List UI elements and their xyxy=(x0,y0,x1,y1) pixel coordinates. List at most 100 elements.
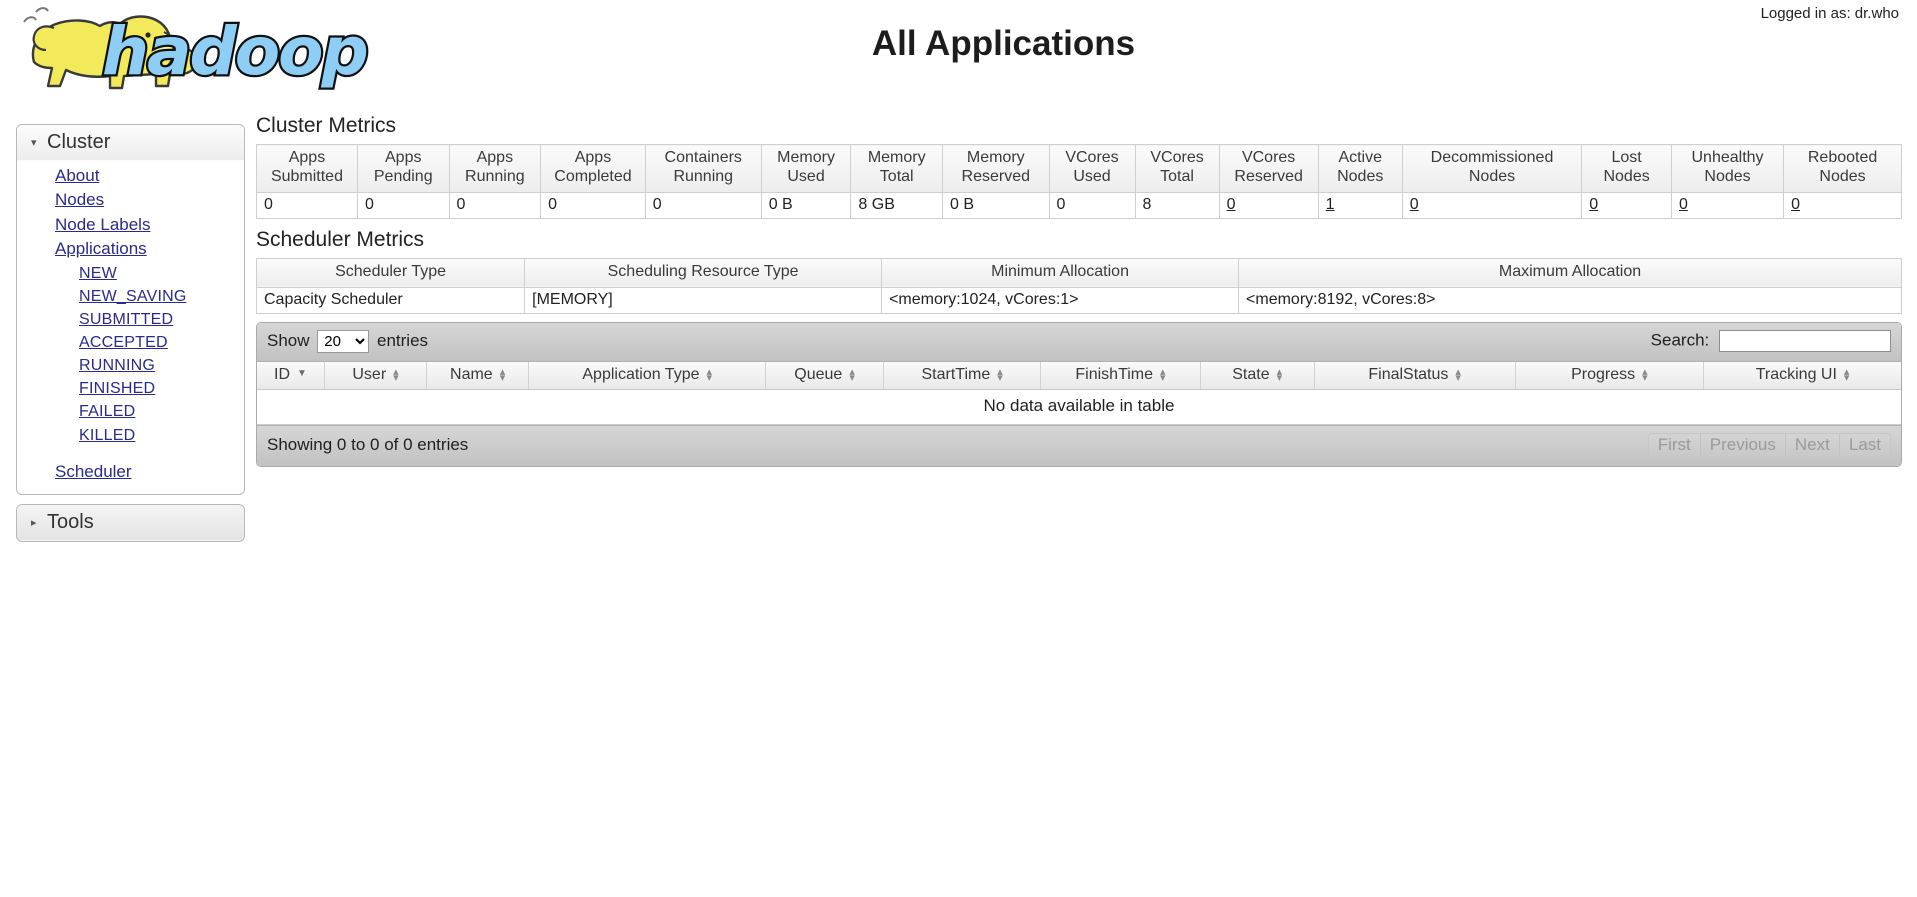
datatable-toolbar: Show 20406080100 entries Search: xyxy=(257,322,1901,362)
scheduler-metric-header: Scheduling Resource Type xyxy=(524,257,883,288)
sidebar: ▾ Cluster About Nodes Node Labels Applica… xyxy=(16,124,245,551)
cluster-nav-items: About Nodes Node Labels Applications NEW… xyxy=(17,161,244,495)
search-input[interactable] xyxy=(1719,330,1891,353)
sidebar-item-state-killed[interactable]: KILLED xyxy=(17,424,135,447)
cluster-metric-value: 8 GB xyxy=(850,192,943,219)
scheduler-metric-value: <memory:1024, vCores:1> xyxy=(881,287,1240,314)
cluster-metric-value: 0 B xyxy=(942,192,1050,219)
cluster-metrics-header-row: Apps Submitted Apps Pending Apps Running Ap… xyxy=(256,144,1902,193)
column-header-label: FinishTime xyxy=(1075,365,1154,383)
cluster-metrics-value-row: 000000 B8 GB 0 B08010000 xyxy=(256,192,1902,219)
cluster-metric-header: VCores Used xyxy=(1048,144,1136,193)
scheduler-metric-value: Capacity Scheduler xyxy=(255,287,526,314)
pagination-next-button: Next xyxy=(1785,433,1840,457)
cluster-metric-link[interactable]: 0 xyxy=(1227,196,1236,213)
sidebar-item-nodes[interactable]: Nodes xyxy=(17,188,104,212)
page-length-select[interactable]: 20406080100 xyxy=(317,329,370,353)
sort-both-icon: ▴ ▾ xyxy=(1455,365,1461,385)
page-title: All Applications xyxy=(871,24,1136,63)
cluster-metric-link[interactable]: 0 xyxy=(1679,196,1688,213)
column-header-user[interactable]: User ▴ ▾ xyxy=(324,361,428,390)
column-header-state[interactable]: State ▴ ▾ xyxy=(1200,361,1315,390)
column-header-application-type[interactable]: Application Type ▴ ▾ xyxy=(528,361,767,390)
scheduler-metric-header: Maximum Allocation xyxy=(1238,257,1902,288)
sort-both-icon: ▴ ▾ xyxy=(997,365,1003,385)
cluster-metric-link[interactable]: 0 xyxy=(1589,196,1598,213)
column-header-finalstatus[interactable]: FinalStatus ▴ ▾ xyxy=(1314,361,1516,390)
sidebar-section-tools-label: Tools xyxy=(47,511,94,534)
column-header-finishtime[interactable]: FinishTime ▴ ▾ xyxy=(1040,361,1201,390)
cluster-metric-value: 0 xyxy=(540,192,646,219)
cluster-metric-link[interactable]: 0 xyxy=(1791,196,1800,213)
column-header-starttime[interactable]: StartTime ▴ ▾ xyxy=(883,361,1042,390)
sidebar-item-state-accepted[interactable]: ACCEPTED xyxy=(17,331,168,354)
sidebar-item-state-new[interactable]: NEW xyxy=(17,262,117,285)
sidebar-item-scheduler[interactable]: Scheduler xyxy=(17,460,132,484)
cluster-metric-header: Decommissioned Nodes xyxy=(1401,144,1583,193)
column-header-label: Application Type xyxy=(582,365,700,383)
sidebar-item-state-new-saving[interactable]: NEW_SAVING xyxy=(17,285,187,308)
column-header-label: Queue xyxy=(794,365,843,383)
cluster-metric-value[interactable]: 0 xyxy=(1783,192,1902,219)
sort-both-icon: ▴ ▾ xyxy=(499,365,506,385)
cluster-metric-header: Apps Pending xyxy=(356,144,450,193)
cluster-metric-value: 8 xyxy=(1134,192,1220,219)
cluster-metric-link[interactable]: 1 xyxy=(1326,196,1335,213)
column-header-label: ID xyxy=(274,365,291,383)
scheduler-metric-header: Scheduler Type xyxy=(255,257,526,288)
cluster-metric-header: Containers Running xyxy=(644,144,762,193)
column-header-progress[interactable]: Progress ▴ ▾ xyxy=(1515,361,1705,390)
caret-right-icon: ▸ xyxy=(31,516,37,529)
sidebar-item-state-running[interactable]: RUNNING xyxy=(17,354,155,377)
cluster-metric-header: Memory Used xyxy=(760,144,852,193)
entries-label: entries xyxy=(377,330,429,350)
nav-block-tools: ▸ Tools xyxy=(16,504,245,543)
cluster-metrics-title: Cluster Metrics xyxy=(256,114,397,137)
cluster-metric-value[interactable]: 0 xyxy=(1670,192,1785,219)
caret-down-icon: ▾ xyxy=(31,136,37,149)
applications-datatable: Show 20406080100 entries Search: ID ▼ User… xyxy=(256,321,1902,467)
scheduler-metrics-header-row: Scheduler Type Scheduling Resource Type Mi… xyxy=(255,257,1902,288)
scheduler-metrics-title: Scheduler Metrics xyxy=(256,227,425,251)
sidebar-item-node-labels[interactable]: Node Labels xyxy=(17,213,150,237)
search-label: Search: xyxy=(1650,330,1710,350)
sidebar-section-tools[interactable]: ▸ Tools xyxy=(17,505,244,542)
column-header-id[interactable]: ID ▼ xyxy=(257,361,325,390)
cluster-metric-header: Rebooted Nodes xyxy=(1783,144,1902,193)
sidebar-section-cluster-label: Cluster xyxy=(47,131,111,153)
sidebar-item-state-failed[interactable]: FAILED xyxy=(17,400,135,423)
cluster-metric-header: Unhealthy Nodes xyxy=(1670,144,1785,193)
show-label: Show xyxy=(267,330,310,350)
column-header-name[interactable]: Name ▴ ▾ xyxy=(426,361,530,390)
sidebar-item-about[interactable]: About xyxy=(17,164,99,188)
cluster-metric-value: 0 xyxy=(644,192,762,219)
sidebar-section-cluster[interactable]: ▾ Cluster xyxy=(17,125,244,161)
column-header-queue[interactable]: Queue ▴ ▾ xyxy=(765,361,884,390)
cluster-metric-value: 0 xyxy=(256,192,358,219)
sidebar-item-applications[interactable]: Applications xyxy=(17,237,147,261)
sidebar-item-state-submitted[interactable]: SUBMITTED xyxy=(17,308,173,331)
logged-in-user: Logged in as: dr.who xyxy=(1760,5,1899,22)
sort-both-icon: ▴ ▾ xyxy=(706,365,713,385)
empty-message: No data available in table xyxy=(257,389,1901,425)
column-header-tracking-ui[interactable]: Tracking UI ▴ ▾ xyxy=(1703,361,1901,390)
scheduler-metric-header: Minimum Allocation xyxy=(881,257,1240,288)
cluster-metric-value[interactable]: 0 xyxy=(1218,192,1319,219)
pagination-last-button: Last xyxy=(1839,433,1890,457)
cluster-metric-value[interactable]: 0 xyxy=(1401,192,1583,219)
applications-table: ID ▼ User ▴ ▾ Name ▴ ▾ Application Type ▴ ▾ Queue ▴ ▾… xyxy=(257,361,1901,425)
pagination-first-button: First xyxy=(1648,433,1701,457)
cluster-metric-link[interactable]: 0 xyxy=(1410,196,1419,213)
cluster-metric-value[interactable]: 0 xyxy=(1581,192,1672,219)
column-header-label: Tracking UI xyxy=(1755,365,1837,383)
page-length-control: Show 20406080100 entries xyxy=(267,329,429,353)
cluster-metric-value[interactable]: 1 xyxy=(1317,192,1403,219)
sort-both-icon: ▴ ▾ xyxy=(1843,365,1850,385)
cluster-metric-header: VCores Total xyxy=(1134,144,1220,193)
sidebar-item-state-finished[interactable]: FINISHED xyxy=(17,377,155,400)
column-header-label: State xyxy=(1232,365,1270,383)
datatable-info: Showing 0 to 0 of 0 entries xyxy=(267,435,469,455)
column-header-label: FinalStatus xyxy=(1368,365,1449,383)
cluster-metric-header: Lost Nodes xyxy=(1581,144,1672,193)
empty-row: No data available in table xyxy=(257,389,1901,425)
